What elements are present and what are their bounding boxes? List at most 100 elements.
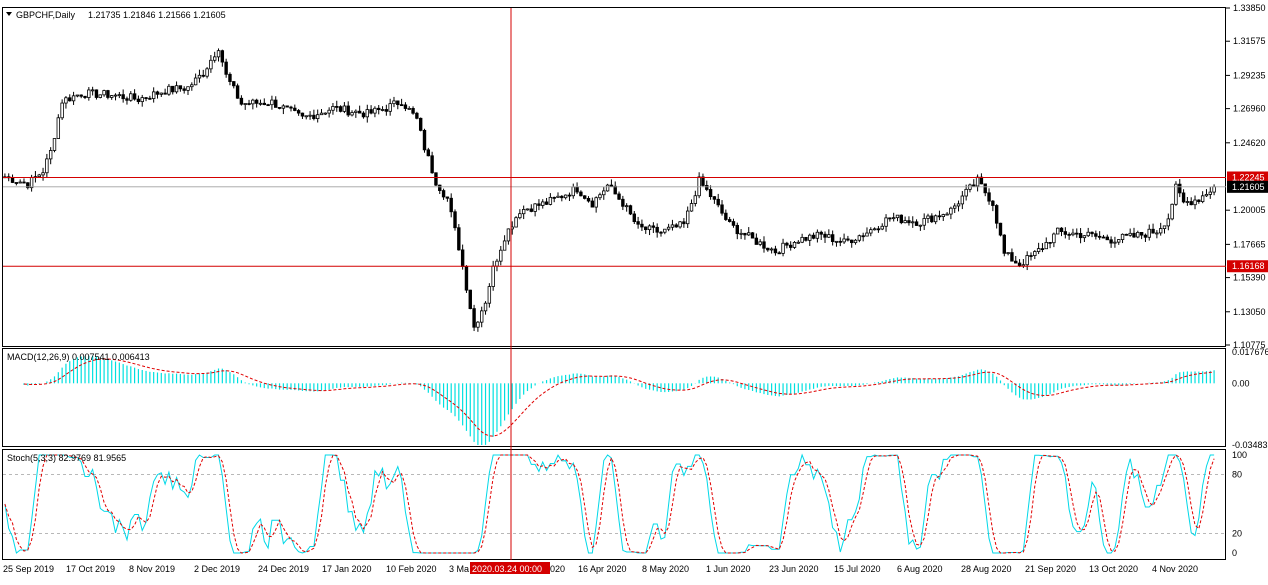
candle-body: [354, 110, 358, 113]
time-axis-label: 6 Aug 2020: [897, 564, 943, 574]
time-axis-label: 8 Nov 2019: [129, 564, 175, 574]
candle-body: [1162, 225, 1167, 229]
time-axis-label: 8 May 2020: [642, 564, 689, 574]
candle-body: [861, 235, 865, 238]
candle-body: [720, 204, 724, 214]
candle-body: [1158, 228, 1163, 234]
candle-body: [594, 197, 598, 208]
stoch-tick-label: 80: [1232, 470, 1242, 480]
candle-body: [197, 74, 202, 79]
candle-body: [182, 88, 186, 91]
candle-body: [628, 205, 633, 215]
candle-body: [583, 195, 587, 199]
candle-body: [94, 89, 99, 98]
candle-body: [228, 73, 232, 82]
candle-body: [235, 85, 240, 99]
candle-body: [689, 203, 694, 212]
candle-body: [453, 211, 457, 229]
candle-body: [1200, 195, 1205, 202]
candle-body: [590, 200, 595, 208]
ohlc-values: 1.21735 1.21846 1.21566 1.21605: [88, 10, 226, 20]
candle-body: [495, 260, 499, 267]
candle-body: [415, 112, 419, 119]
candle-body: [750, 232, 755, 239]
candle-body: [563, 194, 568, 199]
candle-body: [525, 208, 530, 211]
candle-body: [52, 138, 57, 151]
candle-body: [880, 225, 884, 230]
current-price-label: 1.21605: [1232, 182, 1265, 192]
candle-body: [1086, 231, 1090, 237]
price-tick-label: 1.29235: [1233, 70, 1266, 80]
candle-body: [327, 109, 331, 114]
candle-body: [1105, 236, 1109, 241]
candle-body: [918, 224, 923, 227]
time-axis-label: 17 Jan 2020: [322, 564, 372, 574]
candle-body: [289, 106, 293, 109]
price-tick-label: 1.20005: [1233, 205, 1266, 215]
price-axis: 1.33850 1.31575 1.29235 1.26960 1.24620 1.200…: [1226, 3, 1268, 558]
candle-body: [22, 181, 26, 184]
candle-body: [808, 234, 812, 241]
candle-body: [224, 61, 228, 75]
candle-body: [659, 231, 663, 234]
candle-body: [159, 92, 164, 95]
candle-body: [254, 99, 259, 104]
candle-body: [529, 208, 534, 212]
candle-body: [377, 107, 381, 111]
stoch-title: Stoch(5,3,3) 82.9769 81.9565: [7, 453, 126, 463]
candle-body: [903, 220, 907, 224]
candle-body: [850, 239, 854, 244]
candle-body: [693, 195, 698, 204]
candle-body: [865, 232, 869, 237]
candle-body: [663, 228, 667, 233]
candle-body: [911, 221, 915, 224]
candle-body: [674, 224, 678, 228]
candle-body: [872, 228, 877, 231]
candle-body: [636, 221, 640, 225]
candle-body: [1014, 260, 1018, 264]
candle-body: [857, 235, 862, 241]
candle-body: [960, 195, 965, 205]
candle-body: [624, 205, 629, 208]
candle-body: [884, 217, 888, 227]
level-price-label: 1.16168: [1232, 261, 1265, 271]
candle-body: [941, 214, 945, 217]
candle-body: [190, 84, 194, 88]
candle-body: [1059, 227, 1064, 232]
stoch-panel[interactable]: [2, 449, 1226, 560]
candle-body: [365, 109, 369, 118]
price-tick-label: 1.13050: [1233, 307, 1266, 317]
candle-body: [369, 109, 373, 114]
candle-body: [609, 184, 614, 187]
candle-body: [1067, 233, 1071, 236]
chart-window[interactable]: 1.22245 1.16168 1.21605 1.33850 1.31575 1.29…: [0, 0, 1268, 580]
candle-body: [422, 129, 427, 151]
candle-body: [632, 213, 636, 223]
candle-body: [644, 226, 648, 231]
candle-body: [403, 104, 408, 109]
candle-body: [560, 195, 564, 199]
candle-body: [975, 176, 980, 187]
candle-body: [216, 50, 221, 58]
stoch-tick-label: 20: [1232, 528, 1242, 538]
candle-body: [171, 85, 175, 93]
candle-body: [468, 289, 472, 309]
candle-body: [98, 94, 102, 98]
candle-body: [281, 105, 286, 109]
candle-body: [213, 56, 217, 61]
candle-body: [541, 201, 545, 206]
candle-body: [731, 221, 736, 226]
candle-body: [1155, 232, 1159, 235]
macd-panel[interactable]: [2, 348, 1226, 447]
candle-body: [1109, 239, 1113, 244]
candle-body: [243, 103, 247, 105]
time-axis-label: 16 Apr 2020: [578, 564, 627, 574]
macd-tick-label: 0.00: [1232, 378, 1250, 388]
candle-body: [151, 91, 156, 99]
candle-body: [205, 68, 209, 77]
candle-body: [41, 172, 45, 176]
candle-body: [266, 104, 270, 107]
candle-body: [1170, 203, 1174, 220]
candle-body: [766, 247, 770, 251]
